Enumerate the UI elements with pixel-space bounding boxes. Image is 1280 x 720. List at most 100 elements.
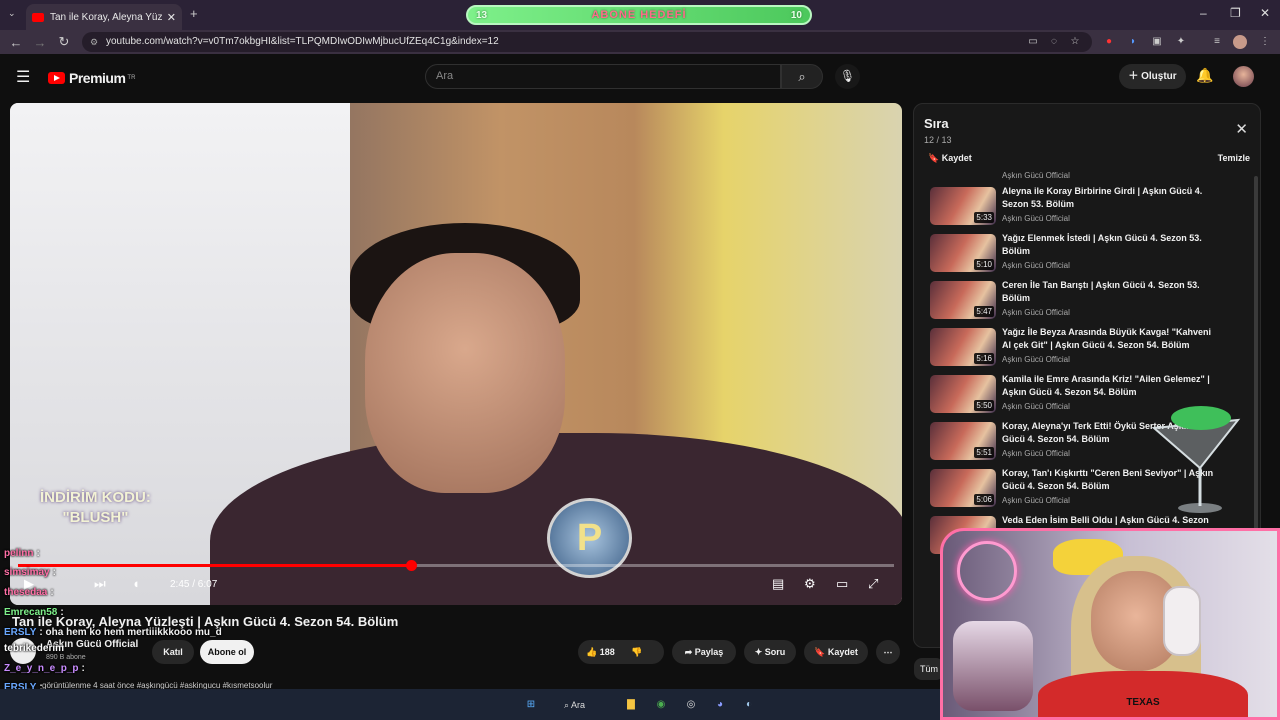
profile-icon[interactable]	[1233, 35, 1247, 49]
subtitles-icon[interactable]: ▤	[772, 576, 784, 592]
chat-text: :	[52, 567, 56, 578]
fullscreen-icon[interactable]: ⤢	[868, 576, 878, 592]
maximize-icon[interactable]: ❐	[1230, 6, 1241, 20]
reading-list-icon[interactable]: ≡	[1210, 35, 1224, 49]
video-thumbnail: 5:33	[930, 187, 996, 225]
back-icon[interactable]: ←	[4, 35, 28, 50]
queue-item-title: Kamila ile Emre Arasında Kriz! "Ailen Ge…	[1002, 374, 1210, 397]
duration-badge: 5:47	[974, 306, 994, 317]
region-code: TR	[127, 75, 136, 81]
site-info-icon[interactable]: ⚙	[90, 32, 98, 52]
queue-count: 12 / 13	[924, 135, 952, 145]
webcam-overlay: TEXAS	[940, 528, 1280, 720]
queue-save-button[interactable]: 🔖 Kaydet	[928, 153, 972, 164]
browser-menu-icon[interactable]: ⋮	[1258, 35, 1272, 49]
create-button[interactable]: ＋ Oluştur	[1119, 64, 1186, 89]
queue-item-title: Ceren İle Tan Barıştı | Aşkın Gücü 4. Se…	[1002, 280, 1200, 303]
obs-icon[interactable]: ◎	[682, 696, 700, 714]
chat-username: ERSLY	[4, 627, 37, 638]
queue-item[interactable]: 5:33 Aleyna ile Koray Birbirine Girdi | …	[930, 185, 1250, 229]
chat-message: ERSLY: oha hem ko hem mertiiikkkooo mu_d	[4, 627, 222, 638]
extension-tool-icon[interactable]: ▣	[1150, 35, 1164, 49]
voice-search-button[interactable]: 🎙	[835, 64, 860, 89]
reload-icon[interactable]: ↻	[52, 34, 76, 50]
queue-item[interactable]: 5:47 Ceren İle Tan Barıştı | Aşkın Gücü …	[930, 279, 1250, 323]
chat-message: tebrikederim	[4, 643, 67, 654]
queue-item-channel: Aşkın Gücü Official	[1002, 214, 1070, 223]
taskbar-search-label: Ara	[571, 700, 586, 710]
queue-item-channel: Aşkın Gücü Official	[1002, 261, 1070, 270]
search-button[interactable]: ⌕	[781, 64, 823, 89]
microphone-icon: 🎙	[839, 69, 856, 83]
eye-off-icon[interactable]: ◌	[1047, 35, 1061, 49]
video-thumbnail: 5:16	[930, 328, 996, 366]
queue-item[interactable]: 5:16 Yağız İle Beyza Arasında Büyük Kavg…	[930, 326, 1250, 370]
forward-icon[interactable]: →	[28, 35, 52, 50]
more-actions-icon[interactable]: ⋯	[876, 640, 900, 664]
queue-item-title: Yağız İle Beyza Arasında Büyük Kavga! "K…	[1002, 327, 1212, 350]
tab-search-icon[interactable]: ⌄	[8, 8, 16, 19]
save-button[interactable]: 🔖 Kaydet	[804, 640, 868, 664]
queue-scrollbar[interactable]	[1254, 176, 1258, 536]
share-icon: ➦	[684, 647, 695, 657]
like-dislike-group: 👍 188 👎	[578, 640, 664, 664]
queue-clear-button[interactable]: Temizle	[1218, 153, 1250, 163]
chrome-icon[interactable]: ◉	[652, 696, 670, 714]
create-label: Oluştur	[1141, 71, 1177, 82]
browser-tab[interactable]: Tan ile Koray, Aleyna Yüzleşti | A ✕	[26, 4, 182, 30]
queue-item-channel: Aşkın Gücü Official	[1002, 308, 1070, 317]
ask-label: Soru	[764, 647, 786, 657]
thumbs-down-icon[interactable]: 👎	[631, 647, 642, 657]
file-explorer-icon[interactable]: ▇	[622, 696, 640, 714]
video-thumbnail: 5:47	[930, 281, 996, 319]
ask-button[interactable]: ✦ Soru	[744, 640, 796, 664]
chat-message: pelinn:	[4, 548, 40, 559]
queue-item-title: Aleyna ile Koray Birbirine Girdi | Aşkın…	[1002, 186, 1203, 209]
window-close-icon[interactable]: ✕	[1260, 6, 1270, 20]
hamburger-menu-icon[interactable]: ☰	[16, 67, 30, 87]
discount-code-overlay: İNDİRİM KODU: "BLUSH"	[40, 488, 151, 528]
shirt-text: TEXAS	[1126, 697, 1160, 708]
previous-item-channel: Aşkın Gücü Official	[1002, 171, 1070, 180]
discount-code-value: "BLUSH"	[62, 509, 129, 526]
cast-icon[interactable]: ▭	[1026, 35, 1040, 49]
queue-item-channel: Aşkın Gücü Official	[1002, 402, 1070, 411]
video-player[interactable]: P İNDİRİM KODU: "BLUSH" ▶ ⏭ ◖ 2:45 / 6:0…	[10, 103, 902, 605]
duration-badge: 5:16	[974, 353, 994, 364]
goal-title: ABONE HEDEFİ	[591, 9, 687, 21]
minimize-icon[interactable]: –	[1200, 6, 1207, 20]
goal-current: 13	[476, 9, 488, 21]
windows-start-icon[interactable]: ⊞	[522, 696, 540, 714]
youtube-premium-logo[interactable]: Premium TR	[48, 70, 135, 86]
bookmark-star-icon[interactable]: ☆	[1068, 35, 1082, 49]
save-label: Kaydet	[827, 647, 858, 657]
settings-gear-icon[interactable]: ⚙	[804, 576, 816, 592]
plush-toys	[953, 621, 1033, 711]
url-field[interactable]: ⚙ youtube.com/watch?v=v0Tm7okbgHI&list=T…	[82, 32, 1092, 52]
theater-mode-icon[interactable]: ▭	[836, 576, 848, 592]
chat-username: Z_e_y_n_e_p_p	[4, 663, 79, 674]
extension-translate-icon[interactable]: ◗	[1126, 35, 1140, 49]
new-tab-icon[interactable]: +	[190, 6, 198, 21]
chat-username: thesedaa	[4, 587, 48, 598]
steam-icon[interactable]: ◐	[740, 696, 758, 714]
discount-code-label: İNDİRİM KODU:	[40, 489, 151, 506]
share-button[interactable]: ➦ Paylaş	[672, 640, 736, 664]
queue-close-icon[interactable]: ✕	[1235, 120, 1248, 138]
like-button[interactable]: 👍 188	[586, 647, 615, 657]
notifications-bell-icon[interactable]: 🔔	[1196, 67, 1213, 84]
goal-target: 10	[790, 9, 802, 21]
chat-text: :	[36, 548, 40, 559]
chat-username: tebrikederim	[4, 643, 65, 654]
taskbar-search[interactable]: ⌕ Ara	[564, 697, 610, 713]
duration-badge: 5:06	[974, 494, 994, 505]
extension-record-icon[interactable]: ●	[1102, 35, 1116, 49]
chat-text: :	[81, 663, 85, 674]
search-input[interactable]: Ara	[425, 64, 781, 89]
extensions-puzzle-icon[interactable]: ✦	[1174, 35, 1188, 49]
tab-close-icon[interactable]: ✕	[167, 11, 176, 24]
account-avatar[interactable]	[1233, 66, 1254, 87]
duration-badge: 5:50	[974, 400, 994, 411]
discord-icon[interactable]: ◕	[711, 696, 729, 714]
queue-item[interactable]: 5:10 Yağız Elenmek İstedi | Aşkın Gücü 4…	[930, 232, 1250, 276]
